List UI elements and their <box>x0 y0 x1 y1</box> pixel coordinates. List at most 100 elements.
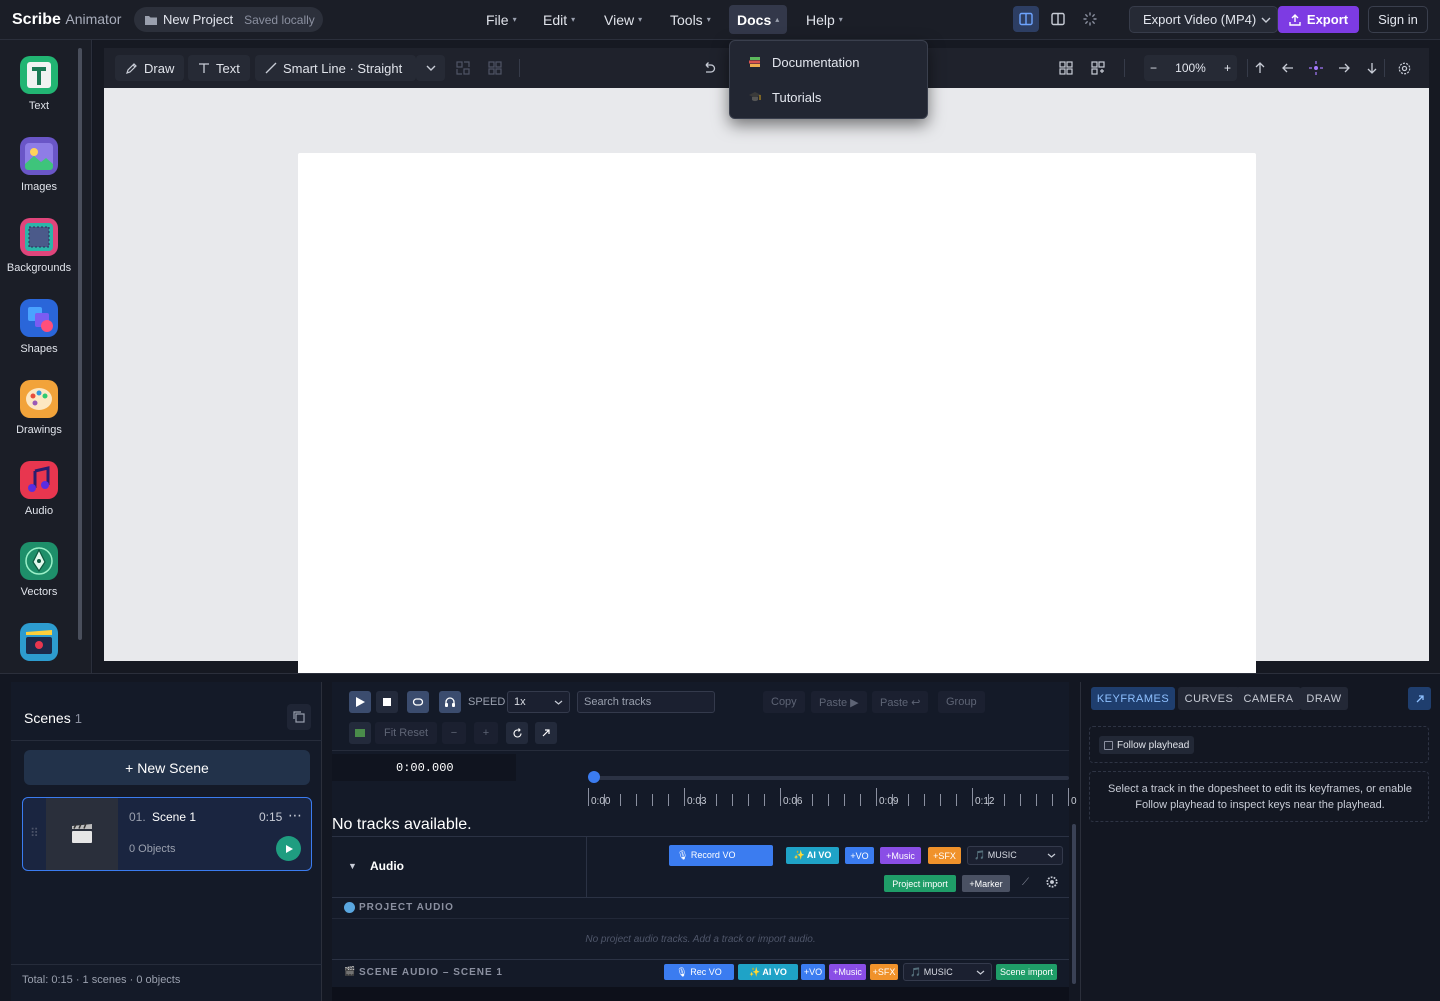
duplicate-scene-button[interactable] <box>287 704 311 730</box>
arrow-up-icon[interactable] <box>1251 59 1269 77</box>
scene-import-button[interactable]: Scene import <box>996 964 1057 980</box>
scrub-bar[interactable] <box>594 776 1069 780</box>
group-button[interactable]: Group <box>938 691 985 713</box>
keyframes-hint: Select a track in the dopesheet to edit … <box>1108 783 1412 811</box>
project-pill[interactable]: New Project Saved locally <box>134 7 323 32</box>
paste-button[interactable]: Paste ▶ <box>811 691 867 713</box>
export-format-select[interactable]: Export Video (MP4) <box>1129 6 1278 33</box>
rail-item-backgrounds[interactable]: Backgrounds <box>0 218 78 274</box>
scene-ai-vo-button[interactable]: ✨ AI VO <box>738 964 798 980</box>
playhead-handle[interactable] <box>588 771 600 783</box>
speed-select[interactable]: 1x <box>507 691 570 713</box>
menu-docs[interactable]: Docs ▴ <box>729 5 788 34</box>
scene-card[interactable]: ⠿ 01. Scene 1 0:15 ⋯ 0 Objects <box>22 797 312 871</box>
rec-vo-button[interactable]: 🎙 Rec VO <box>664 964 734 980</box>
layout-columns-button[interactable] <box>1045 6 1071 32</box>
settings-gear-icon[interactable] <box>1045 875 1059 889</box>
rail-item-audio[interactable]: Audio <box>0 461 78 517</box>
tab-curves[interactable]: CURVES <box>1178 687 1240 710</box>
signin-button[interactable]: Sign in <box>1368 6 1428 33</box>
record-vo-button[interactable]: 🎙 Record VO <box>669 845 773 866</box>
stop-button[interactable] <box>376 691 398 713</box>
rail-item-vectors[interactable]: Vectors <box>0 542 78 598</box>
add-sfx-button[interactable]: +SFX <box>928 847 961 864</box>
menu-tools[interactable]: Tools ▾ <box>662 5 719 34</box>
scene-canvas[interactable] <box>298 153 1256 692</box>
fit-reset-button[interactable]: Fit Reset <box>375 722 437 744</box>
text-button[interactable]: Text <box>188 55 250 81</box>
play-scene-button[interactable] <box>276 836 301 861</box>
tab-draw[interactable]: DRAW <box>1300 687 1348 710</box>
ungroup-icon[interactable] <box>486 59 504 77</box>
scene-add-vo-button[interactable]: +VO <box>801 964 825 980</box>
search-tracks-input[interactable]: Search tracks <box>577 691 715 713</box>
add-music-button[interactable]: +Music <box>880 847 921 864</box>
rail-item-text[interactable]: Text <box>0 56 78 112</box>
menu-file[interactable]: File ▾ <box>478 5 525 34</box>
menu-help[interactable]: Help ▾ <box>798 5 851 34</box>
arrow-left-icon[interactable] <box>1279 59 1297 77</box>
draw-button[interactable]: Draw <box>115 55 185 81</box>
refresh-icon[interactable] <box>506 722 528 744</box>
smart-line-button[interactable]: Smart Line · Straight <box>255 55 416 81</box>
rail-scrollbar[interactable] <box>78 48 82 640</box>
docs-item-tutorials[interactable]: Tutorials <box>730 81 929 113</box>
rail-item-images[interactable]: Images <box>0 137 78 193</box>
zoom-out-button[interactable]: − <box>1150 61 1157 75</box>
zoom-out-timeline-button[interactable]: − <box>442 722 466 744</box>
collapse-triangle-icon[interactable]: ▼ <box>348 861 357 871</box>
scene-add-music-button[interactable]: +Music <box>829 964 866 980</box>
timeline-scrollbar[interactable] <box>1072 824 1076 984</box>
group-icon[interactable] <box>454 59 472 77</box>
undo-icon[interactable] <box>700 59 718 77</box>
add-vo-button[interactable]: +VO <box>845 847 874 864</box>
project-import-button[interactable]: Project import <box>884 875 956 892</box>
arrow-right-icon[interactable] <box>1335 59 1353 77</box>
loop-button[interactable] <box>407 691 429 713</box>
layout-split-button[interactable] <box>1013 6 1039 32</box>
copy-button[interactable]: Copy <box>763 691 805 713</box>
rail-item-scenes[interactable] <box>0 623 78 667</box>
text-tool-icon <box>20 56 58 94</box>
rail-item-drawings[interactable]: Drawings <box>0 380 78 436</box>
tab-camera[interactable]: CAMERA <box>1236 687 1301 710</box>
rail-item-shapes[interactable]: Shapes <box>0 299 78 355</box>
popout-button[interactable] <box>1408 687 1431 710</box>
docs-item-documentation[interactable]: Documentation <box>730 46 929 78</box>
new-scene-button[interactable]: + New Scene <box>24 750 310 785</box>
drag-handle-icon[interactable]: ⠿ <box>30 826 39 840</box>
zoom-in-timeline-button[interactable]: + <box>474 722 498 744</box>
zoom-in-button[interactable]: + <box>1224 61 1231 75</box>
menu-edit[interactable]: Edit ▾ <box>535 5 583 34</box>
scene-index: 01. <box>129 810 146 824</box>
scene-name: Scene 1 <box>152 810 197 824</box>
loading-toggle-button[interactable] <box>1077 6 1103 32</box>
snap-grid-icon[interactable] <box>1089 59 1107 77</box>
scene-add-sfx-button[interactable]: +SFX <box>870 964 898 980</box>
ruler-minor-tick <box>620 794 621 806</box>
center-target-icon[interactable] <box>1307 59 1325 77</box>
play-button[interactable] <box>349 691 371 713</box>
menu-view[interactable]: View ▾ <box>596 5 650 34</box>
link-icon[interactable]: ⟋ <box>1022 877 1029 888</box>
grid-icon[interactable] <box>1057 59 1075 77</box>
music-select[interactable]: 🎵 MUSIC <box>967 846 1063 865</box>
follow-playhead-toggle[interactable]: Follow playhead <box>1099 736 1195 754</box>
film-icon[interactable] <box>349 722 371 744</box>
ruler-minor-tick <box>732 794 733 806</box>
settings-gear-icon[interactable] <box>1395 59 1413 77</box>
arrow-down-icon[interactable] <box>1363 59 1381 77</box>
smart-line-dropdown[interactable] <box>416 55 445 81</box>
expand-icon[interactable] <box>535 722 557 744</box>
tab-keyframes[interactable]: KEYFRAMES <box>1091 687 1175 710</box>
paste-replace-button[interactable]: Paste ↩ <box>872 691 929 713</box>
ai-vo-button[interactable]: ✨ AI VO <box>786 847 839 864</box>
scene-music-select[interactable]: 🎵 MUSIC <box>903 963 992 981</box>
inspector-panel: KEYFRAMES CURVES CAMERA DRAW Follow play… <box>1080 682 1440 1001</box>
spinner-icon <box>1083 12 1097 26</box>
audio-monitor-button[interactable] <box>439 691 461 713</box>
export-button[interactable]: Export <box>1278 6 1359 33</box>
more-options-icon[interactable]: ⋯ <box>288 807 302 824</box>
checkbox[interactable] <box>1104 740 1113 750</box>
add-marker-button[interactable]: +Marker <box>962 875 1010 892</box>
